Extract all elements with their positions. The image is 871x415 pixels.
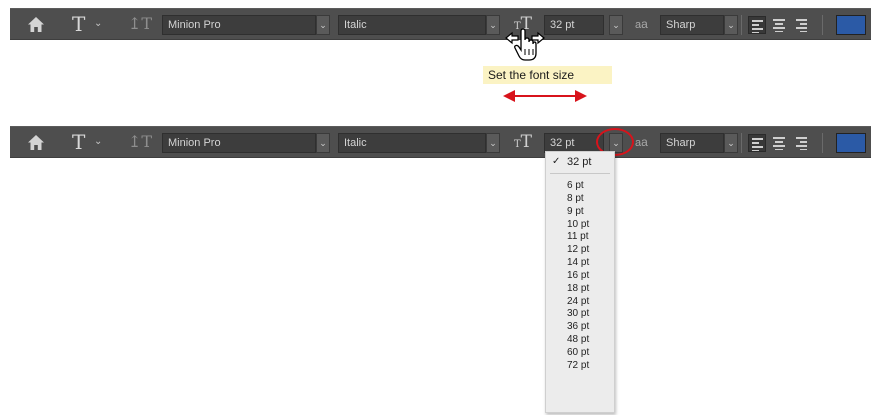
divider	[741, 133, 742, 153]
menu-item[interactable]: 30 pt	[546, 308, 614, 321]
menu-item[interactable]: 18 pt	[546, 283, 614, 296]
font-size-dropdown-button[interactable]: ⌄	[609, 15, 623, 35]
menu-item[interactable]: 72 pt	[546, 360, 614, 373]
align-left-button[interactable]	[748, 16, 766, 34]
align-left-button[interactable]	[748, 134, 766, 152]
align-right-button[interactable]	[792, 16, 810, 34]
font-size-icon[interactable]: TT	[514, 130, 532, 157]
font-style-field[interactable]: Italic	[338, 15, 486, 35]
font-family-dropdown-button[interactable]: ⌄	[316, 133, 330, 153]
options-bar: T ⌄ ↥T Minion Pro ⌄ Italic ⌄ TT 32 pt ⌄ …	[10, 126, 871, 158]
options-bar: T ⌄ ↥T Minion Pro ⌄ Italic ⌄ TT 32 pt ⌄ …	[10, 8, 871, 40]
type-tool-icon[interactable]: T	[72, 128, 85, 156]
menu-item[interactable]: 14 pt	[546, 257, 614, 270]
home-icon[interactable]	[28, 135, 44, 150]
menu-item[interactable]: 6 pt	[546, 180, 614, 193]
font-style-dropdown-button[interactable]: ⌄	[486, 15, 500, 35]
font-size-field[interactable]: 32 pt	[544, 133, 604, 153]
antialias-dropdown-button[interactable]: ⌄	[724, 133, 738, 153]
menu-separator	[550, 173, 610, 174]
text-orientation-icon[interactable]: ↥T	[128, 13, 152, 35]
font-style-field[interactable]: Italic	[338, 133, 486, 153]
menu-item[interactable]: 24 pt	[546, 296, 614, 309]
font-size-menu: ✓ 32 pt 6 pt 8 pt 9 pt 10 pt 11 pt 12 pt 14 pt…	[545, 151, 615, 413]
menu-item[interactable]: 36 pt	[546, 321, 614, 334]
menu-item-label: 32 pt	[567, 156, 592, 168]
text-orientation-icon[interactable]: ↥T	[128, 131, 152, 153]
align-center-button[interactable]	[770, 16, 788, 34]
menu-items: 6 pt 8 pt 9 pt 10 pt 11 pt 12 pt 14 pt 16 pt 18 …	[546, 180, 614, 373]
menu-item[interactable]: 12 pt	[546, 244, 614, 257]
tool-preset-chevron-icon[interactable]: ⌄	[94, 136, 102, 147]
scrubby-hand-cursor-icon	[505, 28, 545, 61]
antialias-icon: aa	[635, 17, 648, 31]
font-family-field[interactable]: Minion Pro	[162, 15, 316, 35]
menu-item[interactable]: 10 pt	[546, 219, 614, 232]
menu-item[interactable]: 9 pt	[546, 206, 614, 219]
home-icon[interactable]	[28, 17, 44, 32]
font-size-tooltip: Set the font size	[483, 66, 612, 84]
menu-item[interactable]: 48 pt	[546, 334, 614, 347]
text-color-swatch[interactable]	[836, 133, 866, 153]
menu-item[interactable]: 8 pt	[546, 193, 614, 206]
menu-item-selected[interactable]: ✓ 32 pt	[546, 154, 614, 170]
menu-item[interactable]: 60 pt	[546, 347, 614, 360]
divider	[741, 15, 742, 35]
antialias-field[interactable]: Sharp	[660, 15, 724, 35]
font-family-field[interactable]: Minion Pro	[162, 133, 316, 153]
align-center-button[interactable]	[770, 134, 788, 152]
tool-preset-chevron-icon[interactable]: ⌄	[94, 18, 102, 29]
menu-item[interactable]: 11 pt	[546, 231, 614, 244]
type-tool-icon[interactable]: T	[72, 10, 85, 38]
divider	[822, 15, 823, 35]
divider	[822, 133, 823, 153]
antialias-field[interactable]: Sharp	[660, 133, 724, 153]
menu-item[interactable]: 16 pt	[546, 270, 614, 283]
antialias-dropdown-button[interactable]: ⌄	[724, 15, 738, 35]
text-color-swatch[interactable]	[836, 15, 866, 35]
font-style-dropdown-button[interactable]: ⌄	[486, 133, 500, 153]
antialias-icon: aa	[635, 135, 648, 149]
checkmark-icon: ✓	[552, 156, 561, 167]
font-family-dropdown-button[interactable]: ⌄	[316, 15, 330, 35]
align-right-button[interactable]	[792, 134, 810, 152]
font-size-field[interactable]: 32 pt	[544, 15, 604, 35]
double-arrow-icon	[503, 90, 587, 102]
